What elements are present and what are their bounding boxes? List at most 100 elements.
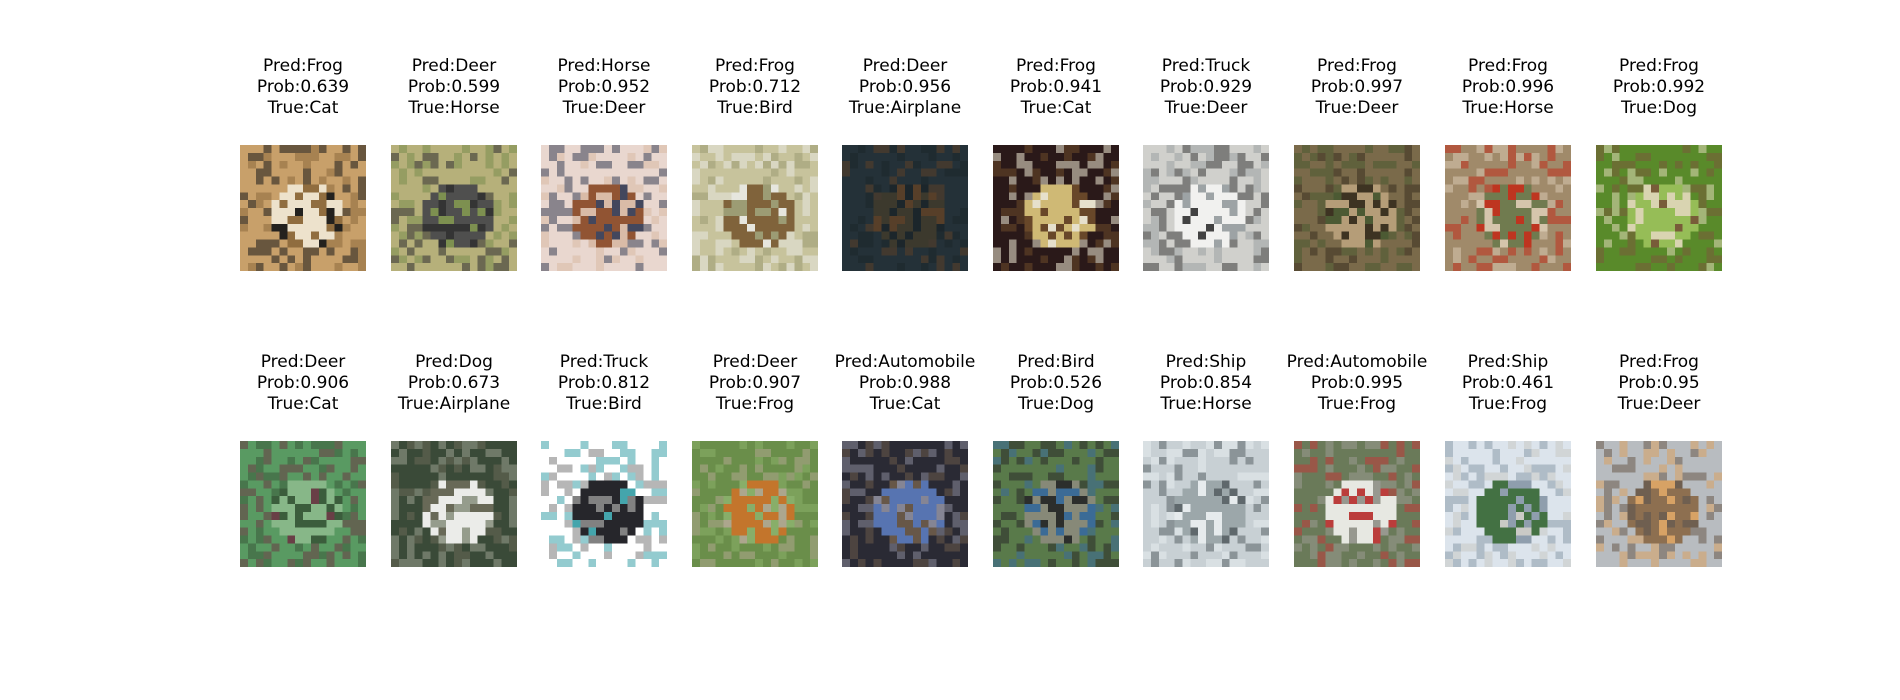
sample-image	[391, 145, 517, 271]
predicted-label: Pred:Frog	[1619, 56, 1699, 76]
prediction-caption: Pred:Frog Prob:0.992 True:Dog	[1584, 56, 1734, 119]
probability-label: Prob:0.956	[858, 77, 952, 97]
predicted-label: Pred:Frog	[1468, 56, 1548, 76]
sample-image	[1294, 441, 1420, 567]
sample-image-pixels	[1294, 145, 1420, 271]
sample-image-pixels	[993, 145, 1119, 271]
predicted-label: Pred:Frog	[1016, 56, 1096, 76]
true-label: True:Deer	[562, 98, 646, 118]
sample-image	[1294, 145, 1420, 271]
probability-label: Prob:0.992	[1612, 77, 1706, 97]
true-label: True:Airplane	[848, 98, 962, 118]
sample-image-pixels	[240, 441, 366, 567]
true-label: True:Dog	[1620, 98, 1698, 118]
sample-image-pixels	[1596, 145, 1722, 271]
probability-label: Prob:0.906	[256, 373, 350, 393]
prediction-caption: Pred:Truck Prob:0.929 True:Deer	[1131, 56, 1281, 119]
probability-label: Prob:0.854	[1159, 373, 1253, 393]
sample-image	[842, 145, 968, 271]
true-label: True:Bird	[717, 98, 793, 118]
probability-label: Prob:0.461	[1461, 373, 1555, 393]
prediction-caption: Pred:Deer Prob:0.956 True:Airplane	[830, 56, 980, 119]
sample-image	[993, 145, 1119, 271]
true-label: True:Horse	[408, 98, 500, 118]
predicted-label: Pred:Frog	[715, 56, 795, 76]
true-label: True:Frog	[715, 394, 795, 414]
prediction-caption: Pred:Automobile Prob:0.988 True:Cat	[830, 352, 980, 415]
sample-image	[1596, 441, 1722, 567]
probability-label: Prob:0.812	[557, 373, 651, 393]
true-label: True:Cat	[869, 394, 941, 414]
probability-label: Prob:0.997	[1310, 77, 1404, 97]
true-label: True:Airplane	[397, 394, 511, 414]
prediction-caption: Pred:Dog Prob:0.673 True:Airplane	[379, 352, 529, 415]
predicted-label: Pred:Ship	[1467, 352, 1549, 372]
true-label: True:Deer	[1617, 394, 1701, 414]
predicted-label: Pred:Deer	[260, 352, 346, 372]
probability-label: Prob:0.599	[407, 77, 501, 97]
true-label: True:Frog	[1468, 394, 1548, 414]
prediction-caption: Pred:Ship Prob:0.854 True:Horse	[1131, 352, 1281, 415]
sample-image-pixels	[391, 441, 517, 567]
sample-image-pixels	[993, 441, 1119, 567]
predicted-label: Pred:Frog	[263, 56, 343, 76]
probability-label: Prob:0.712	[708, 77, 802, 97]
sample-image	[240, 441, 366, 567]
prediction-grid: Pred:Frog Prob:0.639 True:Cat Pred:Deer Prob…	[0, 0, 1900, 700]
probability-label: Prob:0.996	[1461, 77, 1555, 97]
true-label: True:Dog	[1017, 394, 1095, 414]
sample-image	[692, 441, 818, 567]
sample-image-pixels	[391, 145, 517, 271]
sample-image-pixels	[1445, 441, 1571, 567]
predicted-label: Pred:Deer	[411, 56, 497, 76]
prediction-caption: Pred:Frog Prob:0.997 True:Deer	[1282, 56, 1432, 119]
probability-label: Prob:0.988	[858, 373, 952, 393]
predicted-label: Pred:Horse	[557, 56, 651, 76]
sample-image-pixels	[1445, 145, 1571, 271]
sample-image	[1143, 145, 1269, 271]
prediction-caption: Pred:Frog Prob:0.712 True:Bird	[680, 56, 830, 119]
true-label: True:Cat	[267, 394, 339, 414]
prediction-caption: Pred:Deer Prob:0.907 True:Frog	[680, 352, 830, 415]
predicted-label: Pred:Automobile	[834, 352, 976, 372]
sample-image	[541, 145, 667, 271]
sample-image-pixels	[692, 441, 818, 567]
prediction-caption: Pred:Ship Prob:0.461 True:Frog	[1433, 352, 1583, 415]
prediction-caption: Pred:Frog Prob:0.941 True:Cat	[981, 56, 1131, 119]
sample-image-pixels	[1294, 441, 1420, 567]
true-label: True:Horse	[1160, 394, 1252, 414]
sample-image	[1143, 441, 1269, 567]
sample-image-pixels	[1143, 441, 1269, 567]
sample-image	[1596, 145, 1722, 271]
sample-image-pixels	[842, 441, 968, 567]
predicted-label: Pred:Frog	[1317, 56, 1397, 76]
sample-image-pixels	[541, 145, 667, 271]
true-label: True:Cat	[1020, 98, 1092, 118]
prediction-caption: Pred:Frog Prob:0.95 True:Deer	[1584, 352, 1734, 415]
sample-image	[993, 441, 1119, 567]
predicted-label: Pred:Bird	[1017, 352, 1095, 372]
true-label: True:Deer	[1164, 98, 1248, 118]
true-label: True:Frog	[1317, 394, 1397, 414]
predicted-label: Pred:Deer	[712, 352, 798, 372]
true-label: True:Deer	[1315, 98, 1399, 118]
sample-image-pixels	[1143, 145, 1269, 271]
sample-image-pixels	[240, 145, 366, 271]
sample-image	[541, 441, 667, 567]
probability-label: Prob:0.995	[1310, 373, 1404, 393]
true-label: True:Bird	[566, 394, 642, 414]
sample-image	[692, 145, 818, 271]
probability-label: Prob:0.941	[1009, 77, 1103, 97]
true-label: True:Cat	[267, 98, 339, 118]
prediction-caption: Pred:Truck Prob:0.812 True:Bird	[529, 352, 679, 415]
probability-label: Prob:0.95	[1618, 373, 1700, 393]
prediction-caption: Pred:Automobile Prob:0.995 True:Frog	[1282, 352, 1432, 415]
predicted-label: Pred:Truck	[559, 352, 649, 372]
probability-label: Prob:0.673	[407, 373, 501, 393]
predicted-label: Pred:Dog	[415, 352, 493, 372]
sample-image	[240, 145, 366, 271]
predicted-label: Pred:Automobile	[1286, 352, 1428, 372]
predicted-label: Pred:Deer	[862, 56, 948, 76]
sample-image	[1445, 145, 1571, 271]
probability-label: Prob:0.907	[708, 373, 802, 393]
